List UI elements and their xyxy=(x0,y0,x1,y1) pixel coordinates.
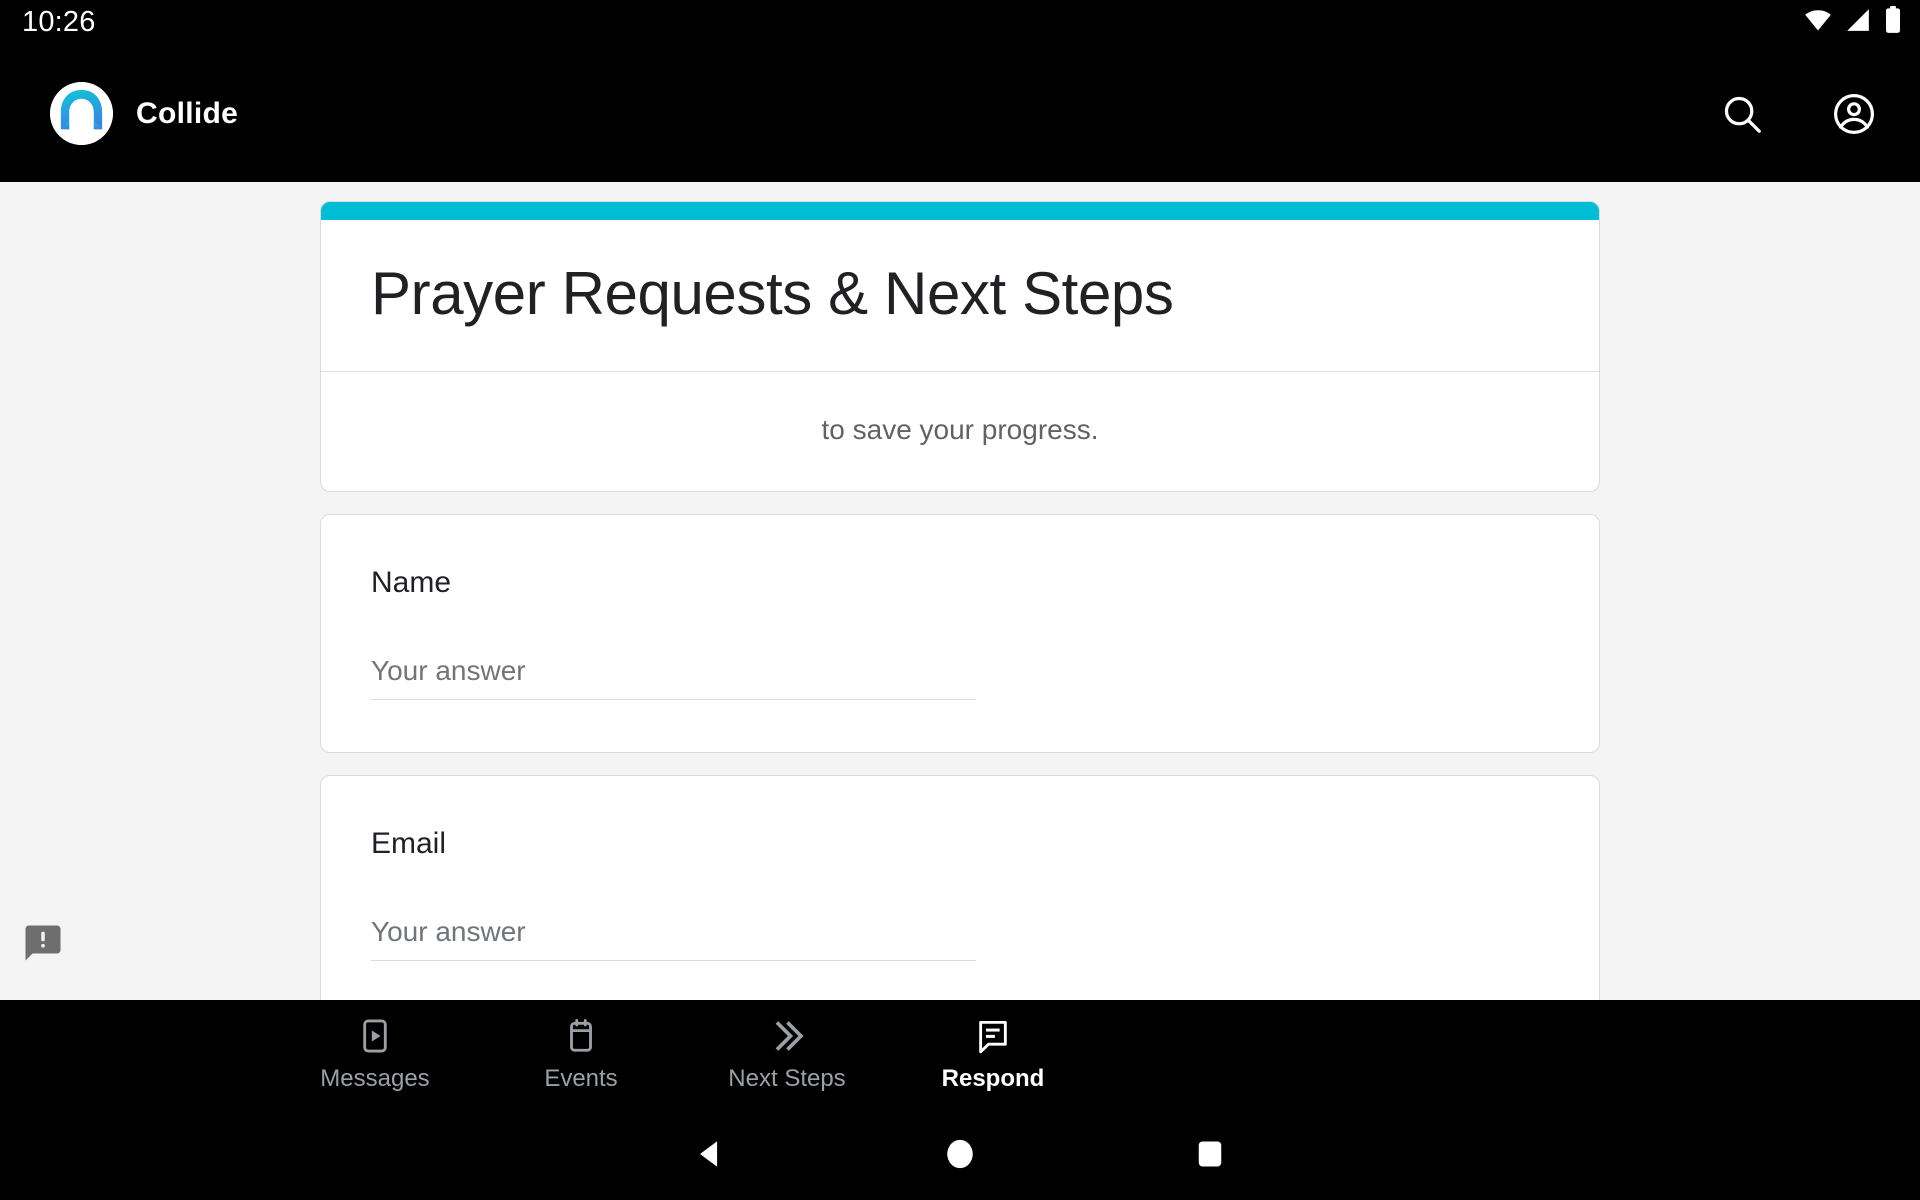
status-bar-icons xyxy=(1804,6,1902,39)
question-label: Email xyxy=(371,826,447,860)
nav-item-respond[interactable]: Respond xyxy=(890,1016,1096,1093)
form-description: to save your progress. xyxy=(821,414,1099,446)
brand[interactable]: Collide xyxy=(50,82,238,145)
answer-input-email[interactable]: Your answer xyxy=(371,915,976,961)
status-bar: 10:26 xyxy=(0,0,1920,45)
device-screen: 10:26 Collide Prayer Requests & Next Ste… xyxy=(0,0,1920,1200)
form-wrapper: Prayer Requests & Next Steps to save you… xyxy=(320,182,1600,1000)
app-bar: Collide xyxy=(0,45,1920,182)
nav-item-next-steps[interactable]: Next Steps xyxy=(684,1016,890,1093)
brand-name: Collide xyxy=(136,96,239,130)
recents-square-icon[interactable] xyxy=(1085,1139,1335,1169)
form-content-scroll[interactable]: Prayer Requests & Next Steps to save you… xyxy=(0,182,1920,1000)
answer-placeholder: Your answer xyxy=(371,915,526,947)
speaker-notes-icon xyxy=(974,1016,1012,1056)
home-circle-icon[interactable] xyxy=(835,1137,1085,1171)
form-accent-bar xyxy=(321,202,1599,220)
nav-label: Messages xyxy=(320,1064,430,1092)
nav-label: Events xyxy=(544,1064,618,1092)
question-label: Name xyxy=(371,566,452,600)
form-header-card: Prayer Requests & Next Steps to save you… xyxy=(320,201,1600,493)
feedback-icon[interactable] xyxy=(22,922,64,964)
bottom-nav: Messages Events Next Steps Respond xyxy=(0,1000,1920,1108)
question-card-email: Email Your answer xyxy=(320,774,1600,1000)
nav-label: Next Steps xyxy=(728,1064,846,1092)
android-system-nav xyxy=(0,1108,1920,1200)
cell-signal-icon xyxy=(1845,7,1871,38)
wifi-icon xyxy=(1804,6,1832,39)
search-icon[interactable] xyxy=(1714,86,1770,142)
app-bar-actions xyxy=(1714,86,1882,142)
smart-display-icon xyxy=(356,1016,394,1056)
form-header-body: Prayer Requests & Next Steps xyxy=(321,220,1599,371)
back-triangle-icon[interactable] xyxy=(585,1137,835,1171)
double-chevron-right-icon xyxy=(766,1016,808,1056)
calendar-icon xyxy=(562,1016,600,1056)
battery-icon xyxy=(1884,6,1902,39)
collide-logo-icon xyxy=(50,82,113,145)
nav-item-events[interactable]: Events xyxy=(478,1016,684,1093)
account-circle-icon[interactable] xyxy=(1826,86,1882,142)
answer-placeholder: Your answer xyxy=(371,655,526,687)
nav-item-messages[interactable]: Messages xyxy=(272,1016,478,1093)
answer-input-name[interactable]: Your answer xyxy=(371,654,976,700)
status-bar-clock: 10:26 xyxy=(22,6,96,38)
nav-label: Respond xyxy=(941,1064,1045,1092)
question-card-name: Name Your answer xyxy=(320,514,1600,753)
form-title: Prayer Requests & Next Steps xyxy=(371,260,1174,327)
